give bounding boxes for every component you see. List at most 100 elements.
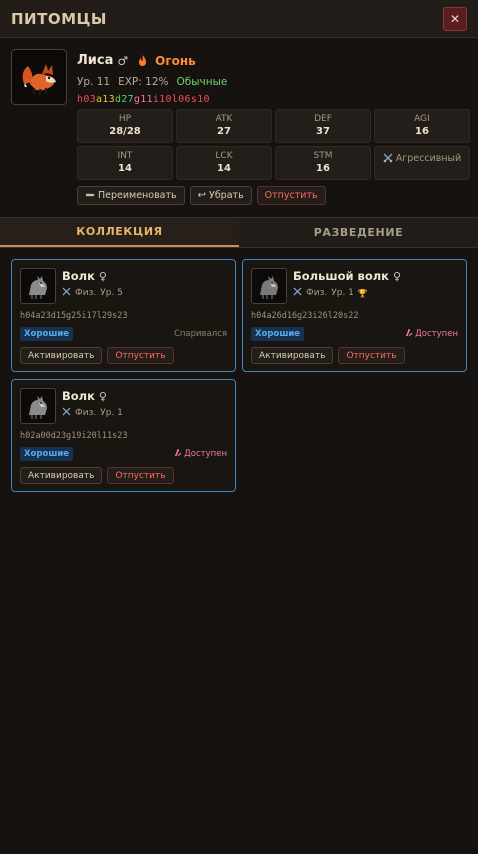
wolf-icon [29, 396, 47, 419]
release-button[interactable]: Отпустить [256, 186, 326, 205]
stat-agi: AGI 16 [374, 109, 470, 143]
pet-card-type: Физ. [75, 288, 97, 298]
stat-value: 14 [217, 163, 231, 174]
activate-button[interactable]: Активировать [20, 467, 103, 484]
gene-segment: a13 [95, 94, 115, 105]
stat-value: 27 [217, 126, 231, 137]
gene-segment: l06 [171, 94, 191, 105]
gene-segment: g11 [133, 94, 153, 105]
tab-collection[interactable]: КОЛЛЕКЦИЯ [0, 218, 239, 247]
rarity-badge: Хорошие [251, 327, 305, 341]
stat-label: DEF [314, 114, 332, 124]
gene-segment: s10 [190, 94, 210, 105]
pet-card-level: Ур. 1 [100, 408, 123, 418]
wolf-icon [260, 276, 278, 299]
gene-segment: d27 [114, 94, 134, 105]
trophy-icon: 🏆 [357, 288, 368, 298]
window-title: ПИТОМЦЫ [11, 9, 107, 28]
pet-stats-grid: HP 28/28 ATK 27 DEF 37 AGI 16 INT 14 LCK… [77, 109, 470, 180]
crossed-swords-icon [383, 153, 393, 166]
female-icon: ♀ [98, 269, 107, 283]
pet-card-type: Физ. [75, 408, 97, 418]
heart-icon [173, 448, 182, 460]
stat-atk: ATK 27 [176, 109, 272, 143]
pet-gene-code: h03a13d27g11i10l06s10 [77, 94, 227, 105]
pet-level: Ур. 11 [77, 76, 111, 88]
heart-icon [404, 328, 413, 340]
pencil-icon [85, 190, 95, 201]
stat-label: STM [313, 151, 333, 161]
active-pet-panel: Лиса ♂ Огонь Ур. 11 EXP: 12% Обычные h03… [0, 38, 478, 205]
stat-label: INT [117, 151, 133, 161]
pet-card-avatar [251, 268, 287, 304]
crossed-swords-icon [62, 407, 71, 419]
gene-segment: h03 [77, 94, 96, 105]
pet-card-name: Волк [62, 269, 95, 283]
window-header: ПИТОМЦЫ ✕ [0, 0, 478, 38]
stat-def: DEF 37 [275, 109, 371, 143]
fire-icon [138, 51, 147, 70]
crossed-swords-icon [62, 287, 71, 299]
stat-label: LCK [215, 151, 233, 161]
pet-card[interactable]: Большой волк ♀ Физ. Ур. 1 🏆 h04a26d16g23… [242, 259, 467, 372]
female-icon: ♀ [98, 389, 107, 403]
stat-value: 14 [118, 163, 132, 174]
breeding-status-label: Доступен [184, 449, 227, 459]
pet-card-name: Большой волк [293, 269, 389, 283]
tab-bar: КОЛЛЕКЦИЯ РАЗВЕДЕНИЕ [0, 217, 478, 248]
rename-button[interactable]: Переименовать [77, 186, 185, 205]
pet-actions: Переименовать ↩ Убрать Отпустить [77, 186, 467, 205]
pet-card[interactable]: Волк ♀ Физ. Ур. 5 h04a23d15g25i17l29s23 … [11, 259, 236, 372]
rarity-badge: Хорошие [20, 327, 74, 341]
female-icon: ♀ [392, 269, 402, 283]
behavior-label: Агрессивный [395, 153, 462, 164]
breeding-status-label: Доступен [415, 329, 458, 339]
wolf-icon [29, 276, 47, 299]
unequip-button[interactable]: ↩ Убрать [189, 186, 252, 205]
stat-stm: STM 16 [275, 146, 371, 180]
pet-card-level: Ур. 5 [100, 288, 123, 298]
pet-exp: EXP: 12% [118, 76, 169, 88]
release-button[interactable]: Отпустить [107, 467, 174, 484]
activate-button[interactable]: Активировать [251, 347, 334, 364]
pet-name: Лиса [77, 53, 114, 68]
pet-card-gene-code: h04a26d16g23i26l20s22 [251, 311, 359, 321]
stat-int: INT 14 [77, 146, 173, 180]
activate-button[interactable]: Активировать [20, 347, 103, 364]
release-button[interactable]: Отпустить [107, 347, 174, 364]
release-button[interactable]: Отпустить [338, 347, 405, 364]
pet-card-gene-code: h02a00d23g19i20l11s23 [20, 431, 128, 441]
stat-label: ATK [215, 114, 233, 124]
pet-rarity: Обычные [176, 76, 228, 88]
pet-element: Огонь [155, 53, 196, 68]
gene-segment: i10 [152, 94, 172, 105]
stat-label: HP [118, 114, 132, 124]
breeding-status: Доступен [404, 328, 458, 340]
close-button[interactable]: ✕ [443, 6, 467, 31]
rename-label: Переименовать [98, 190, 177, 201]
stat-behavior: Агрессивный [374, 146, 470, 180]
pet-card-name: Волк [62, 389, 95, 403]
breeding-status: Доступен [173, 448, 227, 460]
pet-card-avatar [20, 388, 56, 424]
stat-value: 16 [316, 163, 330, 174]
pet-avatar [11, 49, 67, 105]
rarity-badge: Хорошие [20, 447, 74, 461]
pet-card[interactable]: Волк ♀ Физ. Ур. 1 h02a00d23g19i20l11s23 … [11, 379, 236, 492]
stat-label: AGI [414, 114, 430, 124]
male-icon: ♂ [117, 53, 129, 68]
stat-hp: HP 28/28 [77, 109, 173, 143]
stat-lck: LCK 14 [176, 146, 272, 180]
stat-value: 37 [316, 126, 330, 137]
breeding-status: Спаривался [173, 329, 227, 339]
pet-card-gene-code: h04a23d15g25i17l29s23 [20, 311, 128, 321]
unequip-label: Убрать [209, 190, 244, 201]
stat-value: 28/28 [109, 126, 141, 137]
crossed-swords-icon [293, 287, 302, 299]
tab-breeding[interactable]: РАЗВЕДЕНИЕ [239, 218, 478, 247]
pet-card-type: Физ. [306, 288, 328, 298]
return-arrow-icon: ↩ [197, 190, 207, 201]
stat-value: 16 [415, 126, 429, 137]
pet-card-avatar [20, 268, 56, 304]
pet-card-level: Ур. 1 [331, 288, 354, 298]
